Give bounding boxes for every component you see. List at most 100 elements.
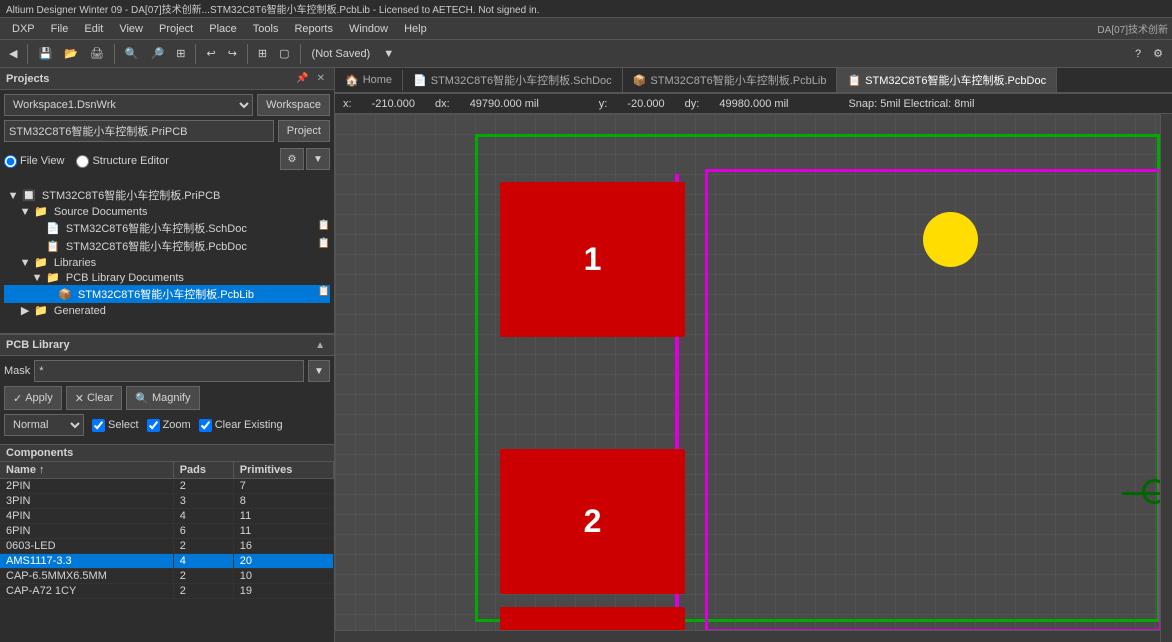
project-tree[interactable]: ▼ 🔲 STM32C8T6智能小车控制板.PriPCB ▼ 📁 Source D… [0,184,334,334]
components-tbody: 2PIN 2 7 3PIN 3 8 4PIN 4 11 6PIN 6 11 06… [0,479,334,599]
zoom-checkbox[interactable] [147,419,160,432]
tree-item-pcb-lib-docs[interactable]: ▼ 📁 PCB Library Documents [4,270,330,285]
clear-existing-checkbox-label[interactable]: Clear Existing [199,419,283,432]
mask-dropdown-btn[interactable]: ▼ [308,360,330,382]
pcb-canvas[interactable]: 1 2 3 4 [335,114,1172,642]
table-row[interactable]: CAP-6.5MMX6.5MM 2 10 [0,569,334,584]
project-row: Project [4,120,330,142]
title-bar: Altium Designer Winter 09 - DA[07]技术创新..… [0,0,1172,18]
mode-select[interactable]: Normal [4,414,84,436]
toolbar-back-btn[interactable]: ◀ [4,44,22,63]
toolbar-fit-btn[interactable]: ⊞ [171,44,190,63]
menu-bar: DXP File Edit View Project Place Tools R… [0,18,1172,40]
table-row[interactable]: 3PIN 3 8 [0,494,334,509]
zoom-checkbox-label[interactable]: Zoom [147,419,191,432]
pcb-library-title: PCB Library [6,339,70,351]
workspace-button[interactable]: Workspace [257,94,330,116]
pcb-component-2[interactable]: 2 [500,449,685,594]
toolbar-save-btn[interactable]: 💾 [33,44,57,63]
toolbar-sep-5 [300,44,301,64]
mask-input[interactable] [34,360,304,382]
tab-pcblib[interactable]: 📦 STM32C8T6智能小车控制板.PcbLib [623,68,838,92]
cell-name: CAP-A72 1CY [0,584,173,599]
menu-edit[interactable]: Edit [76,21,111,37]
components-table-wrapper[interactable]: Name ↑ Pads Primitives 2PIN 2 7 3PIN 3 8… [0,462,334,642]
toolbar-zoom-out-btn[interactable]: 🔎 [146,44,170,63]
mask-row: Mask ▼ [4,360,330,382]
cell-name: 0603-LED [0,539,173,554]
toolbar-grid-btn[interactable]: ⊞ [253,44,272,63]
table-row[interactable]: CAP-A72 1CY 2 19 [0,584,334,599]
toolbar-sep-2 [114,44,115,64]
col-primitives: Primitives [233,462,333,479]
cell-name: AMS1117-3.3 [0,554,173,569]
apply-check-icon: ✓ [13,392,22,405]
menu-place[interactable]: Place [201,21,245,37]
menu-help[interactable]: Help [396,21,435,37]
tree-item-source-docs[interactable]: ▼ 📁 Source Documents [4,204,330,219]
vertical-scrollbar[interactable] [1160,114,1172,642]
apply-button[interactable]: ✓ Apply [4,386,62,410]
pcb-library-controls: ▲ [312,339,328,352]
toolbar-open-btn[interactable]: 📂 [59,44,83,63]
tree-item-pcblib[interactable]: 📦 STM32C8T6智能小车控制板.PcbLib 📋 [4,285,330,303]
options-btn[interactable]: ▼ [306,148,330,170]
tab-pcbdoc[interactable]: 📋 STM32C8T6智能小车控制板.PcbDoc [837,68,1057,94]
pcb-library-expand-btn[interactable]: ▲ [312,339,328,352]
workspace-row: Workspace1.DsnWrk Workspace [4,94,330,116]
tree-item-schdoc[interactable]: 📄 STM32C8T6智能小车控制板.SchDoc 📋 [4,219,330,237]
projects-title: Projects [6,73,49,85]
horizontal-scrollbar[interactable] [335,630,1160,642]
toolbar-undo-btn[interactable]: ↩ [201,44,220,63]
pcb-circle [923,212,978,267]
workspace-select[interactable]: Workspace1.DsnWrk [4,94,253,116]
tab-schdoc[interactable]: 📄 STM32C8T6智能小车控制板.SchDoc [403,68,623,92]
project-input[interactable] [4,120,274,142]
toolbar-sep-4 [247,44,248,64]
col-name[interactable]: Name ↑ [0,462,173,479]
clear-button[interactable]: ✕ Clear [66,386,123,410]
tree-item-root[interactable]: ▼ 🔲 STM32C8T6智能小车控制板.PriPCB [4,186,330,204]
clear-existing-checkbox[interactable] [199,419,212,432]
toolbar-zoom-in-btn[interactable]: 🔍 [120,44,144,63]
table-row[interactable]: 2PIN 2 7 [0,479,334,494]
magnify-button[interactable]: 🔍 Magnify [126,386,199,410]
mask-label: Mask [4,365,30,377]
toolbar-redo-btn[interactable]: ↪ [223,44,242,63]
projects-close-btn[interactable]: ✕ [314,72,328,85]
cell-pads: 6 [173,524,233,539]
toolbar-select-btn[interactable]: ▢ [274,44,294,63]
library-btn-row: ✓ Apply ✕ Clear 🔍 Magnify [4,386,330,410]
toolbar-print-btn[interactable]: 🖨 [85,44,109,63]
menu-reports[interactable]: Reports [286,21,341,37]
cell-name: 2PIN [0,479,173,494]
table-row[interactable]: 4PIN 4 11 [0,509,334,524]
structure-editor-radio[interactable]: Structure Editor [76,155,168,168]
select-checkbox[interactable] [92,419,105,432]
tab-home[interactable]: 🏠 Home [335,70,403,91]
select-checkbox-label[interactable]: Select [92,419,139,432]
projects-content: Workspace1.DsnWrk Workspace Project File… [0,90,334,184]
table-row[interactable]: 0603-LED 2 16 [0,539,334,554]
table-row[interactable]: AMS1117-3.3 4 20 [0,554,334,569]
table-row[interactable]: 6PIN 6 11 [0,524,334,539]
projects-panel-header: Projects 📌 ✕ [0,68,334,90]
tree-item-pcbdoc[interactable]: 📋 STM32C8T6智能小车控制板.PcbDoc 📋 [4,237,330,255]
menu-file[interactable]: File [43,21,77,37]
tree-item-generated[interactable]: ▶ 📁 Generated [4,303,330,318]
toolbar-settings-btn[interactable]: ⚙ [1148,44,1168,63]
configure-btn[interactable]: ⚙ [280,148,304,170]
menu-project[interactable]: Project [151,21,201,37]
pcb-component-1[interactable]: 1 [500,182,685,337]
menu-view[interactable]: View [111,21,151,37]
project-button[interactable]: Project [278,120,330,142]
projects-pin-btn[interactable]: 📌 [293,72,311,85]
cell-pads: 4 [173,509,233,524]
toolbar-dropdown-btn[interactable]: ▼ [378,45,399,63]
menu-tools[interactable]: Tools [245,21,287,37]
toolbar-help-btn[interactable]: ? [1130,45,1146,63]
tree-item-libraries[interactable]: ▼ 📁 Libraries [4,255,330,270]
menu-window[interactable]: Window [341,21,396,37]
file-view-radio[interactable]: File View [4,155,64,168]
menu-dxp[interactable]: DXP [4,21,43,37]
